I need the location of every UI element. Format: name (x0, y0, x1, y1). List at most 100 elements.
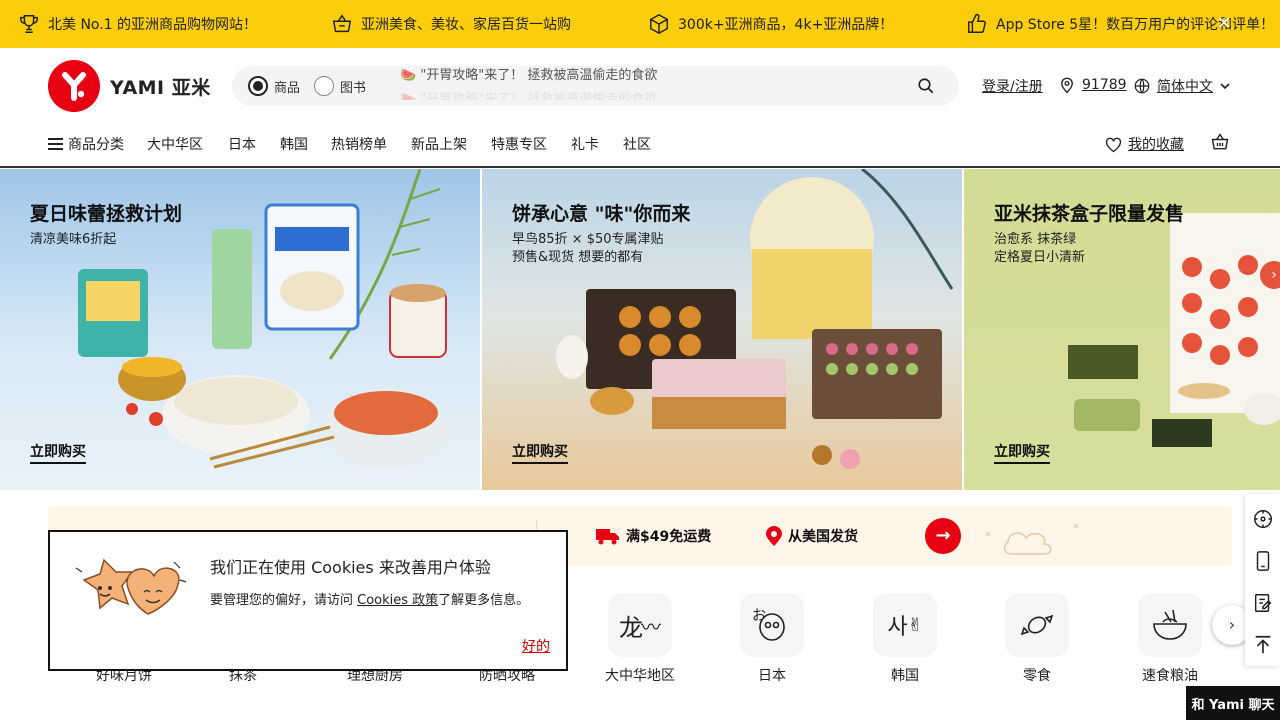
banner-buy-now-link[interactable]: 立即购买 (994, 441, 1050, 464)
dragon-glyph: 龙 (619, 613, 643, 642)
banner-mooncake[interactable]: 饼承心意 "味"你而来 早鸟85折 × $50专属津贴 预售&现货 想要的都有 … (482, 169, 962, 490)
nav-item-japan[interactable]: 日本 (228, 134, 256, 154)
banner-subtitle-line: 定格夏日小清新 (994, 250, 1086, 265)
banner-title: 亚米抹茶盒子限量发售 (994, 203, 1185, 225)
favorites-label: 我的收藏 (1128, 137, 1184, 153)
nav-item-greater-china[interactable]: 大中华区 (147, 134, 203, 154)
announcement-text: 北美 No.1 的亚洲商品购物网站！ (48, 17, 258, 33)
korean-heart-icon: 사 ✌ (873, 593, 937, 657)
cloud-decoration-icon (985, 523, 1079, 555)
trophy-icon (20, 15, 38, 33)
noodle-bowl-icon (1138, 593, 1202, 657)
banner-matcha[interactable]: › 亚米抹茶盒子限量发售 治愈系 抹茶绿 定格夏日小清新 立即购买 (964, 169, 1280, 490)
close-icon[interactable]: ✕ (1214, 14, 1234, 34)
banner-next-arrow-icon[interactable]: › (1260, 261, 1280, 289)
phone-icon[interactable] (1252, 550, 1274, 572)
announcement-text: 300k+亚洲商品，4k+亚洲品牌！ (678, 17, 894, 33)
category-label: 速食粮油 (1142, 668, 1198, 684)
category-label: 韩国 (891, 668, 919, 684)
radio-selected-icon (248, 76, 268, 96)
announcement-text: 亚洲美食、美妆、家居百货一站购 (361, 17, 571, 33)
back-to-top-icon[interactable] (1252, 634, 1274, 656)
search-input[interactable]: 🍉 "开胃攻略"来了！ 拯救被高温偷走的食欲 (400, 64, 657, 83)
radio-unselected-icon (314, 76, 334, 96)
language-selector[interactable]: 简体中文 (1133, 76, 1231, 96)
nav-item-best-sellers[interactable]: 热销榜单 (331, 134, 387, 154)
banner-subtitle: 清凉美味6折起 (30, 231, 116, 249)
free-shipping-badge: 满$49免运费 (596, 526, 711, 546)
category-item[interactable]: 速食粮油 (1120, 593, 1220, 685)
banner-summer[interactable]: 夏日味蕾拯救计划 清凉美味6折起 立即购买 (0, 169, 480, 490)
category-label: 大中华地区 (605, 668, 675, 684)
search-option-books[interactable]: 图书 (314, 76, 366, 96)
announcement-bar: 北美 No.1 的亚洲商品购物网站！ 亚洲美食、美妆、家居百货一站购 300k+… (0, 0, 1280, 48)
banner-buy-now-link[interactable]: 立即购买 (30, 441, 86, 464)
cookie-title: 我们正在使用 Cookies 来改善用户体验 (210, 558, 491, 577)
nav-item-new-arrivals[interactable]: 新品上架 (411, 134, 467, 154)
cookie-mascot-icon (75, 558, 187, 615)
hero-banners: 夏日味蕾拯救计划 清凉美味6折起 立即购买 饼承心意 "味"你而来 早鸟85折 … (0, 169, 1280, 490)
banner-subtitle-line: 清凉美味6折起 (30, 232, 117, 247)
banner-title: 饼承心意 "味"你而来 (512, 203, 691, 225)
nav-item-deals[interactable]: 特惠专区 (491, 134, 547, 154)
category-item[interactable]: 사 ✌ 韩国 (855, 593, 955, 685)
nav-item-gift-card[interactable]: 礼卡 (571, 134, 599, 154)
nav-item-korea[interactable]: 韩国 (280, 134, 308, 154)
language-label: 简体中文 (1157, 79, 1213, 95)
search-bar: 商品 图书 🍉 "开胃攻略"来了！ 拯救被高温偷走的食欲 🍉 "开胃攻略"来了！… (232, 66, 959, 106)
favorites-link[interactable]: 我的收藏 (1104, 134, 1184, 154)
feedback-icon[interactable] (1252, 592, 1274, 614)
search-option-label: 商品 (274, 80, 301, 96)
daruma-icon: お (740, 593, 804, 657)
banner-buy-now-link[interactable]: 立即购买 (512, 441, 568, 464)
menu-icon (48, 138, 63, 150)
nav-item-community[interactable]: 社区 (623, 134, 651, 154)
banner-subtitle-line: 早鸟85折 × $50专属津贴 (512, 232, 664, 247)
category-item[interactable]: 龙〰 大中华地区 (590, 593, 690, 685)
thumbs-up-icon (968, 13, 986, 33)
login-link[interactable]: 登录/注册 (982, 76, 1043, 96)
cookie-consent-dialog: 我们正在使用 Cookies 来改善用户体验 要管理您的偏好，请访问 Cooki… (48, 530, 568, 671)
dragon-icon: 龙〰 (608, 593, 672, 657)
arrow-right-icon[interactable]: → (925, 518, 961, 554)
chat-button[interactable]: 和 Yami 聊天 (1186, 686, 1280, 720)
basket-icon (332, 14, 352, 33)
search-option-label: 图书 (340, 80, 367, 96)
announcement-item: 300k+亚洲商品，4k+亚洲品牌！ (648, 0, 893, 48)
search-icon[interactable] (917, 77, 935, 95)
category-label: 日本 (758, 668, 786, 684)
globe-icon (1134, 78, 1150, 94)
cookie-policy-link[interactable]: Cookies 政策 (357, 593, 438, 608)
wheel-icon[interactable] (1252, 508, 1274, 530)
location-pin-icon (1061, 77, 1073, 94)
category-item[interactable]: お 日本 (722, 593, 822, 685)
banner-subtitle-line: 治愈系 抹茶绿 (994, 232, 1077, 247)
category-label: 零食 (1023, 668, 1051, 684)
location-pin-icon (766, 526, 782, 546)
announcement-item: 亚洲美食、美妆、家居百货一站购 (331, 0, 571, 48)
banner-subtitle-line: 预售&现货 想要的都有 (512, 250, 644, 265)
logo-text: YAMI 亚米 (110, 76, 211, 99)
cookie-body-text: 要管理您的偏好，请访问 (210, 593, 358, 608)
main-nav: 商品分类 大中华区 日本 韩国 热销榜单 新品上架 特惠专区 礼卡 社区 我的收… (0, 124, 1280, 168)
korean-glyph: 사 (887, 615, 908, 640)
site-header: YAMI 亚米 商品 图书 🍉 "开胃攻略"来了！ 拯救被高温偷走的食欲 🍉 "… (0, 48, 1280, 124)
cookie-body-text: 了解更多信息。 (438, 593, 530, 608)
logo[interactable]: YAMI 亚米 (48, 60, 211, 112)
banner-subtitle: 早鸟85折 × $50专属津贴 预售&现货 想要的都有 (512, 231, 664, 267)
free-shipping-text: 满$49免运费 (626, 529, 712, 545)
ship-from-badge: 从美国发货 (766, 526, 858, 546)
banner-subtitle: 治愈系 抹茶绿 定格夏日小清新 (994, 231, 1085, 267)
nav-item-categories[interactable]: 商品分类 (48, 134, 124, 154)
category-item[interactable]: 零食 (987, 593, 1087, 685)
cookie-ok-button[interactable]: 好的 (522, 636, 550, 656)
search-option-products[interactable]: 商品 (248, 76, 300, 96)
candy-icon (1005, 593, 1069, 657)
banner-title: 夏日味蕾拯救计划 (30, 203, 183, 225)
floating-sidebar (1245, 494, 1280, 666)
box-icon (650, 13, 668, 35)
zip-code-selector[interactable]: 91789 (1058, 76, 1127, 94)
nav-item-label: 商品分类 (68, 137, 124, 153)
ship-from-text: 从美国发货 (788, 529, 858, 545)
cart-icon[interactable] (1210, 132, 1230, 152)
